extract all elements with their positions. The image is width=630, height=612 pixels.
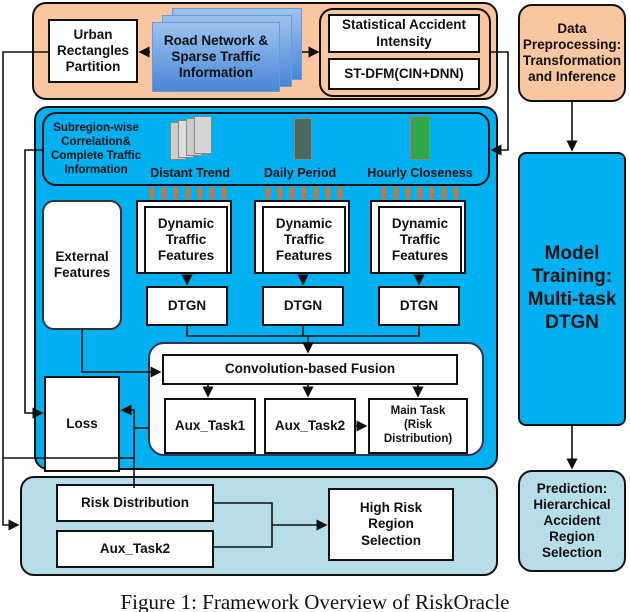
line-statistical-to-subregion	[490, 51, 509, 156]
arrow-external-to-fusion	[81, 330, 162, 378]
figure-caption: Figure 1: Framework Overview of RiskOrac…	[120, 590, 510, 612]
framework-diagram: Urban Rectangles Partition Road Network …	[0, 0, 630, 612]
line-subregion-to-loss	[24, 149, 44, 419]
connectors	[2, 46, 578, 548]
arrow-to-loss	[120, 404, 148, 429]
